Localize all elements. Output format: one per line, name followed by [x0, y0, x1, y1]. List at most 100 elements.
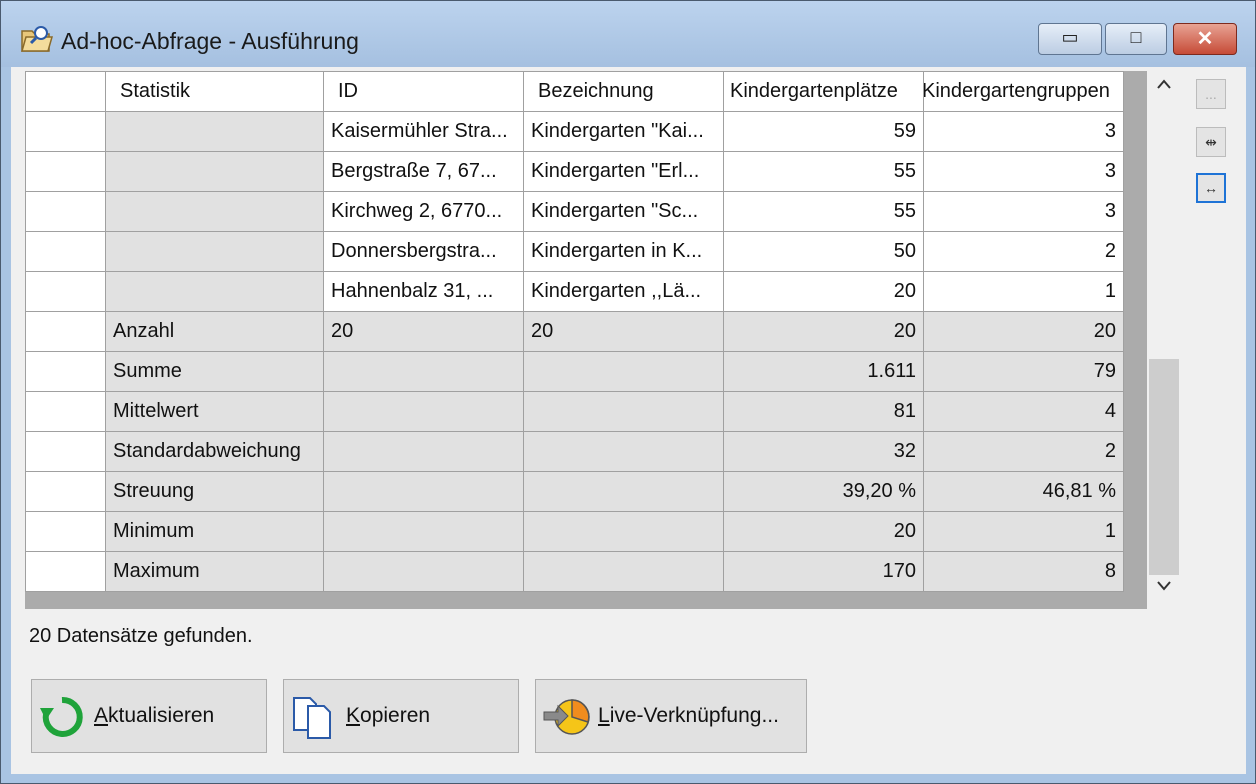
vertical-scrollbar[interactable]	[1149, 71, 1179, 609]
refresh-button[interactable]: Aktualisieren	[31, 679, 267, 753]
id-cell[interactable]: Donnersbergstra...	[323, 231, 524, 272]
live-link-button[interactable]: Live-Verknüpfung...	[535, 679, 807, 753]
gruppen-cell[interactable]: 3	[923, 191, 1124, 232]
stat-row-minimum: Minimum 20 1	[25, 511, 1124, 552]
stat-bezeichnung-value	[523, 471, 724, 512]
table-row[interactable]: Donnersbergstra... Kindergarten in K... …	[25, 231, 1124, 272]
gruppen-cell[interactable]: 2	[923, 231, 1124, 272]
statistik-cell	[105, 231, 324, 272]
bezeichnung-cell[interactable]: Kindergarten "Sc...	[523, 191, 724, 232]
collapse-columns-button[interactable]: ⇹	[1196, 127, 1226, 157]
row-header[interactable]	[25, 311, 106, 352]
row-header[interactable]	[25, 511, 106, 552]
scroll-up-icon[interactable]	[1157, 79, 1171, 89]
stat-plaetze-value: 39,20 %	[723, 471, 924, 512]
stat-gruppen-value: 1	[923, 511, 1124, 552]
row-header[interactable]	[25, 191, 106, 232]
stat-label: Minimum	[105, 511, 324, 552]
stat-gruppen-value: 20	[923, 311, 1124, 352]
table-row[interactable]: Kirchweg 2, 6770... Kindergarten "Sc... …	[25, 191, 1124, 232]
stat-gruppen-value: 46,81 %	[923, 471, 1124, 512]
stat-plaetze-value: 20	[723, 511, 924, 552]
plaetze-cell[interactable]: 50	[723, 231, 924, 272]
row-header[interactable]	[25, 151, 106, 192]
stat-plaetze-value: 32	[723, 431, 924, 472]
plaetze-cell[interactable]: 59	[723, 111, 924, 152]
live-link-icon	[543, 699, 590, 735]
copy-label: Kopieren	[346, 704, 431, 727]
table-row[interactable]: Kaisermühler Stra... Kindergarten "Kai..…	[25, 111, 1124, 152]
plaetze-cell[interactable]: 55	[723, 151, 924, 192]
stat-row-maximum: Maximum 170 8	[25, 551, 1124, 592]
row-header[interactable]	[25, 391, 106, 432]
stat-label: Maximum	[105, 551, 324, 592]
maximize-icon: □	[1130, 27, 1142, 47]
gruppen-cell[interactable]: 3	[923, 151, 1124, 192]
row-header[interactable]	[25, 231, 106, 272]
header-row: Statistik ID Bezeichnung Kindergartenplä…	[25, 71, 1124, 112]
stat-label: Summe	[105, 351, 324, 392]
stat-id-value	[323, 511, 524, 552]
column-header-kindergartenplaetze[interactable]: Kindergartenplätze	[723, 71, 924, 112]
close-icon: ✕	[1196, 28, 1214, 50]
stat-gruppen-value: 2	[923, 431, 1124, 472]
bezeichnung-cell[interactable]: Kindergarten "Erl...	[523, 151, 724, 192]
id-cell[interactable]: Hahnenbalz 31, ...	[323, 271, 524, 312]
stat-plaetze-value: 81	[723, 391, 924, 432]
row-header[interactable]	[25, 471, 106, 512]
stat-id-value	[323, 391, 524, 432]
id-cell[interactable]: Kirchweg 2, 6770...	[323, 191, 524, 232]
stat-id-value	[323, 551, 524, 592]
row-header[interactable]	[25, 271, 106, 312]
stat-bezeichnung-value	[523, 431, 724, 472]
stat-bezeichnung-value: 20	[523, 311, 724, 352]
scroll-down-icon[interactable]	[1157, 581, 1171, 591]
plaetze-cell[interactable]: 55	[723, 191, 924, 232]
plaetze-cell[interactable]: 20	[723, 271, 924, 312]
column-header-id[interactable]: ID	[323, 71, 524, 112]
statistik-cell	[105, 111, 324, 152]
bezeichnung-cell[interactable]: Kindergarten "Kai...	[523, 111, 724, 152]
gruppen-cell[interactable]: 3	[923, 111, 1124, 152]
copy-button[interactable]: Kopieren	[283, 679, 519, 753]
statistik-cell	[105, 271, 324, 312]
stat-row-mittelwert: Mittelwert 81 4	[25, 391, 1124, 432]
auto-fit-columns-button[interactable]: ↔	[1196, 173, 1226, 203]
row-header[interactable]	[25, 551, 106, 592]
stat-id-value: 20	[323, 311, 524, 352]
more-options-button[interactable]: ...	[1196, 79, 1226, 109]
stat-gruppen-value: 79	[923, 351, 1124, 392]
scrollbar-thumb[interactable]	[1149, 359, 1179, 575]
table-row[interactable]: Bergstraße 7, 67... Kindergarten "Erl...…	[25, 151, 1124, 192]
gruppen-cell[interactable]: 1	[923, 271, 1124, 312]
id-cell[interactable]: Kaisermühler Stra...	[323, 111, 524, 152]
stat-bezeichnung-value	[523, 551, 724, 592]
stat-row-streuung: Streuung 39,20 % 46,81 %	[25, 471, 1124, 512]
app-window: Ad-hoc-Abfrage - Ausführung ▭ □ ✕ Statis…	[0, 0, 1256, 784]
stat-bezeichnung-value	[523, 391, 724, 432]
column-header-kindergartengruppen[interactable]: Kindergartengruppen	[923, 71, 1124, 112]
id-cell[interactable]: Bergstraße 7, 67...	[323, 151, 524, 192]
folder-query-icon	[21, 26, 53, 52]
table-row[interactable]: Hahnenbalz 31, ... Kindergarten ,,Lä... …	[25, 271, 1124, 312]
column-header-statistik[interactable]: Statistik	[105, 71, 324, 112]
row-header[interactable]	[25, 111, 106, 152]
row-header[interactable]	[25, 431, 106, 472]
statistik-cell	[105, 151, 324, 192]
close-button[interactable]: ✕	[1173, 23, 1237, 55]
maximize-button[interactable]: □	[1105, 23, 1167, 55]
minimize-icon: ▭	[1061, 27, 1079, 47]
bezeichnung-cell[interactable]: Kindergarten in K...	[523, 231, 724, 272]
minimize-button[interactable]: ▭	[1038, 23, 1102, 55]
row-header-corner[interactable]	[25, 71, 106, 112]
bezeichnung-cell[interactable]: Kindergarten ,,Lä...	[523, 271, 724, 312]
results-table: Statistik ID Bezeichnung Kindergartenplä…	[25, 71, 1124, 592]
stat-row-anzahl: Anzahl 20 20 20 20	[25, 311, 1124, 352]
refresh-icon	[40, 696, 83, 737]
row-header[interactable]	[25, 351, 106, 392]
stat-plaetze-value: 170	[723, 551, 924, 592]
title-bar[interactable]: Ad-hoc-Abfrage - Ausführung ▭ □ ✕	[1, 1, 1255, 67]
refresh-label: Aktualisieren	[94, 704, 215, 727]
results-grid[interactable]: Statistik ID Bezeichnung Kindergartenplä…	[25, 71, 1147, 609]
column-header-bezeichnung[interactable]: Bezeichnung	[523, 71, 724, 112]
